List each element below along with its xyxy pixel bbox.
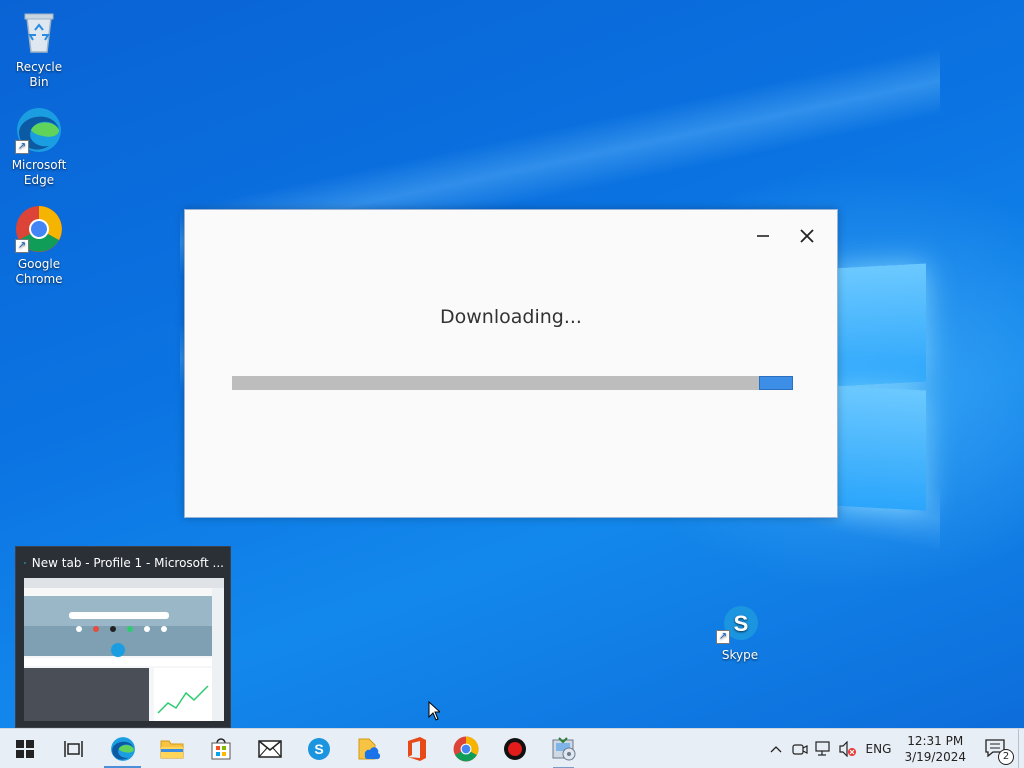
network-button[interactable] [812,729,836,768]
svg-text:S: S [314,741,323,757]
volume-button[interactable] [836,729,860,768]
folder-icon [160,740,183,758]
minimize-icon [757,234,769,237]
taskbar-chrome[interactable] [441,729,490,768]
desktop-icon-chrome[interactable]: ↗ Google Chrome [7,205,71,287]
windows-start-icon [15,739,34,758]
system-tray: ENG 12:31 PM 3/19/2024 2 [764,729,1024,768]
edge-icon [24,562,26,564]
clock-date: 3/19/2024 [904,750,966,764]
skype-icon: S [307,737,330,760]
close-icon [800,228,814,243]
recycle-bin-icon [15,8,63,56]
show-desktop-button[interactable] [1018,729,1024,768]
chrome-icon [453,736,478,761]
svg-text:S: S [734,611,749,636]
start-button[interactable] [0,729,49,768]
clock-button[interactable]: 12:31 PM 3/19/2024 [896,733,974,765]
progress-fill [759,376,793,390]
desktop-icon-skype[interactable]: S ↗ Skype [708,604,772,663]
desktop-icon-recycle-bin[interactable]: Recycle Bin [7,8,71,90]
show-hidden-icons-button[interactable] [764,729,788,768]
mail-icon [257,739,282,758]
language-indicator[interactable]: ENG [860,729,896,768]
desktop-icon-label: Skype [721,648,759,662]
taskbar-microsoft-store[interactable] [196,729,245,768]
edge-icon [110,736,135,761]
taskbar-skype[interactable]: S [294,729,343,768]
desktop-icon-edge[interactable]: ↗ Microsoft Edge [7,106,71,188]
thumbnail-title: New tab - Profile 1 - Microsoft ... [24,554,224,572]
download-dialog: Downloading... [184,209,838,518]
dialog-status-text: Downloading... [440,306,582,328]
desktop-icon-label: Google Chrome [15,257,63,286]
notifications-button[interactable]: 2 [974,729,1018,768]
taskbar-onedrive-files[interactable] [343,729,392,768]
taskbar-recorder[interactable] [490,729,539,768]
thumbnail-title-text: New tab - Profile 1 - Microsoft ... [31,556,224,570]
taskbar: S ENG 12:31 PM 3/19/2024 2 [0,728,1024,768]
windows-logo-wallpaper [832,256,926,512]
taskbar-mail[interactable] [245,729,294,768]
download-progress-bar [232,376,793,390]
browser-window-thumbnail [24,578,224,721]
taskbar-edge[interactable] [98,729,147,768]
onedrive-folder-icon [358,738,380,759]
meet-now-button[interactable] [788,729,812,768]
task-view-icon [63,740,83,757]
taskbar-installer[interactable] [539,729,588,768]
minimize-button[interactable] [743,222,783,252]
chevron-up-icon [771,746,782,753]
taskbar-file-explorer[interactable] [147,729,196,768]
record-icon [503,737,526,760]
edge-icon: ↗ [15,106,63,154]
desktop-icon-label: Microsoft Edge [11,158,67,187]
installer-icon [552,736,575,760]
task-view-button[interactable] [49,729,98,768]
clock-time: 12:31 PM [907,734,964,748]
meet-now-icon [792,744,809,755]
office-icon [407,736,426,761]
store-icon [211,737,230,759]
taskbar-thumbnail-preview[interactable]: New tab - Profile 1 - Microsoft ... [15,546,231,728]
chrome-icon: ↗ [15,205,63,253]
notification-count-badge: 2 [998,749,1014,765]
mouse-cursor-icon [428,701,440,721]
network-icon [815,741,831,756]
desktop-icon-label: Recycle Bin [15,60,63,89]
volume-muted-icon [839,741,857,757]
taskbar-office[interactable] [392,729,441,768]
close-button[interactable] [787,222,827,252]
skype-icon: S ↗ [716,604,760,644]
